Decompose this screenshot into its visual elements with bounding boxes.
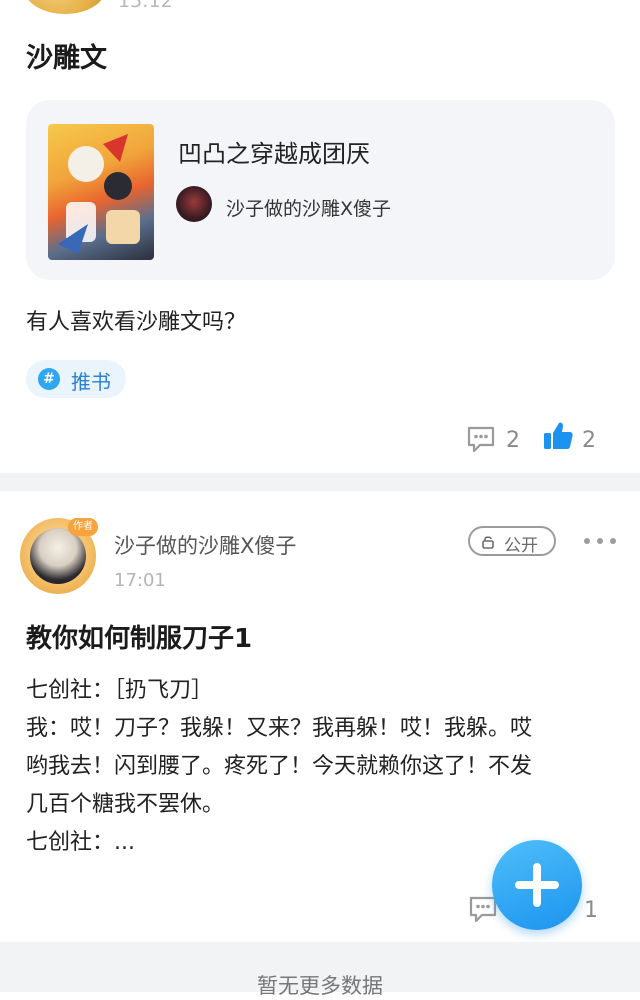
visibility-label: 公开 [504, 536, 538, 556]
book-card[interactable]: 凹凸之穿越成团厌 沙子做的沙雕X傻子 [26, 100, 615, 280]
like-count: 1 [584, 898, 598, 923]
book-cover-image[interactable] [48, 124, 154, 260]
hashtag-icon: # [38, 368, 60, 390]
create-post-button[interactable] [492, 840, 582, 930]
post-title[interactable]: 沙雕文 [26, 36, 107, 75]
book-title[interactable]: 凹凸之穿越成团厌 [178, 134, 370, 169]
no-more-data-text: 暂无更多数据 [257, 974, 383, 998]
author-avatar[interactable]: 作者 [20, 518, 98, 594]
like-count: 2 [582, 428, 596, 453]
more-options-icon[interactable] [580, 528, 620, 552]
avatar-image [30, 528, 86, 584]
user-avatar[interactable] [24, 0, 106, 14]
post-body[interactable]: 有人喜欢看沙雕文吗？ [26, 304, 246, 336]
post-divider [0, 473, 640, 491]
topic-tag[interactable]: # 推书 [26, 360, 126, 398]
comment-icon[interactable] [466, 424, 496, 454]
post-body-line[interactable]: 几百个糖我不罢休。 [26, 786, 224, 818]
post-body-line[interactable]: 七创社：... [26, 824, 135, 856]
book-author-avatar [176, 186, 212, 222]
post-body-line[interactable]: 我：哎！刀子？我躲！又来？我再躲！哎！我躲。哎 [26, 710, 532, 742]
post-body-line[interactable]: 七创社：［扔飞刀］ [26, 672, 213, 704]
post-time: 15:12 [118, 0, 173, 12]
author-name[interactable]: 沙子做的沙雕X傻子 [114, 530, 296, 560]
post-body-line[interactable]: 哟我去！闪到腰了。疼死了！今天就赖你这了！不发 [26, 748, 532, 780]
comment-count: 2 [506, 428, 520, 453]
visibility-button[interactable]: 公开 [468, 526, 556, 556]
post-time: 17:01 [114, 570, 166, 591]
thumbs-up-icon[interactable] [542, 420, 574, 452]
post-title[interactable]: 教你如何制服刀子1 [26, 618, 252, 655]
book-author-name[interactable]: 沙子做的沙雕X傻子 [226, 194, 391, 221]
author-badge: 作者 [68, 518, 98, 536]
topic-tag-label: 推书 [71, 370, 111, 394]
lock-icon [482, 534, 494, 549]
